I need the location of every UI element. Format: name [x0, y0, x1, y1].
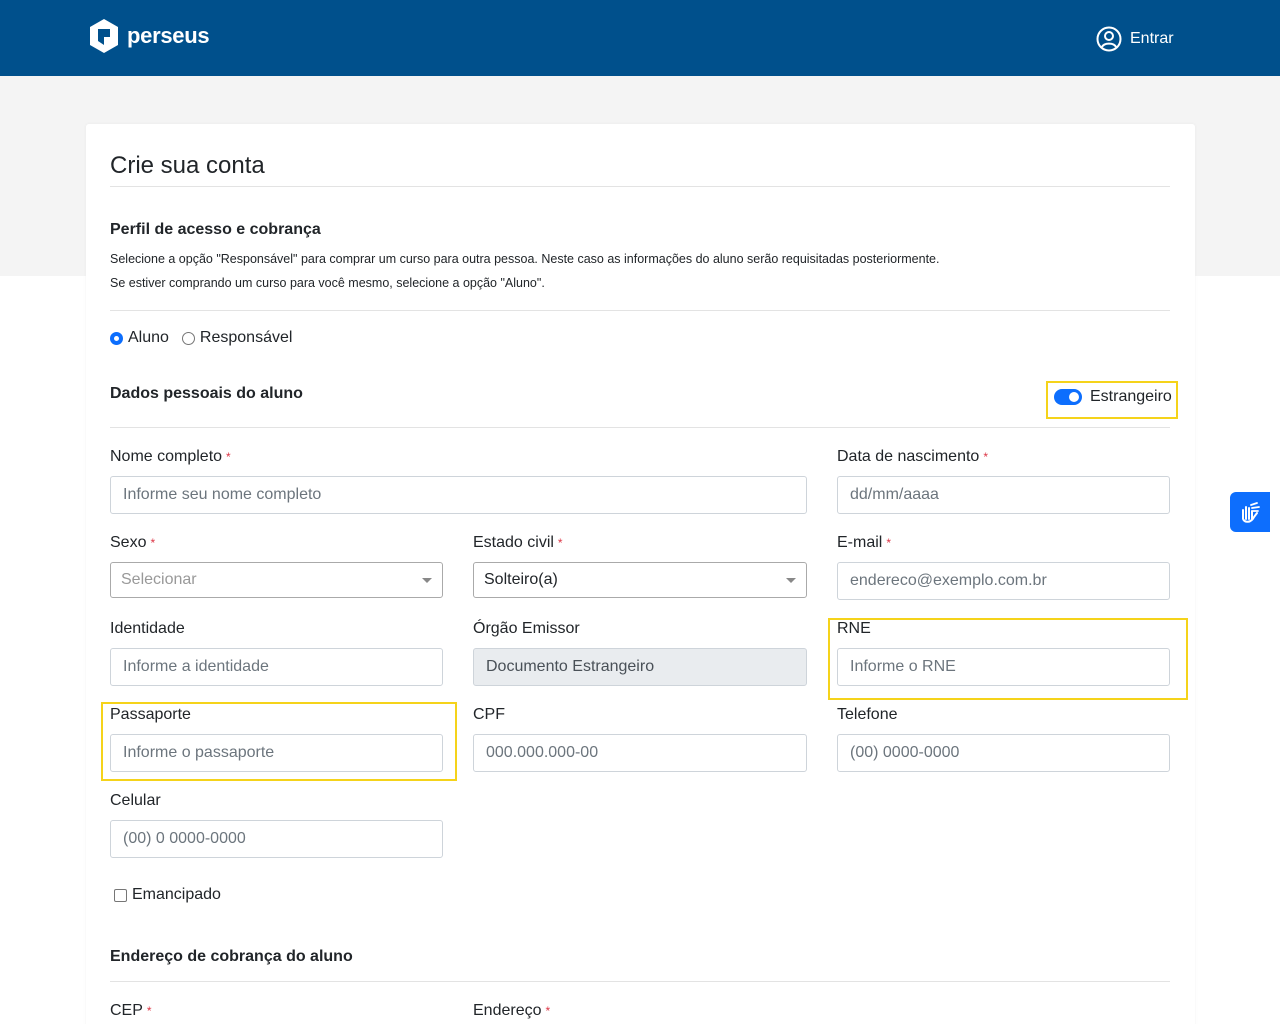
top-navbar: perseus Entrar [0, 0, 1280, 76]
signup-card: Crie sua conta Perfil de acesso e cobran… [86, 124, 1195, 1024]
divider [110, 981, 1170, 982]
identity-input[interactable] [110, 648, 443, 686]
profile-section-title: Perfil de acesso e cobrança [110, 221, 321, 238]
passport-input[interactable] [110, 734, 443, 772]
chevron-down-icon [786, 578, 796, 583]
chevron-down-icon [422, 578, 432, 583]
marital-status-select-value: Solteiro(a) [484, 571, 558, 588]
cpf-label: CPF [473, 706, 505, 723]
foreigner-toggle[interactable] [1054, 389, 1082, 405]
issuer-label: Órgão Emissor [473, 620, 580, 637]
radio-aluno-label[interactable]: Aluno [128, 329, 169, 347]
issuer-input [473, 648, 807, 686]
full-name-input[interactable] [110, 476, 807, 514]
passport-label: Passaporte [110, 706, 191, 723]
emancipated-label[interactable]: Emancipado [132, 886, 221, 904]
phone-input[interactable] [837, 734, 1170, 772]
marital-status-label: Estado civil * [473, 534, 563, 551]
address-label: Endereço * [473, 1002, 551, 1019]
profile-help-text-1: Selecione a opção "Responsável" para com… [110, 252, 940, 266]
email-label: E-mail * [837, 534, 892, 551]
sex-select-value: Selecionar [121, 571, 197, 588]
personal-section-title: Dados pessoais do aluno [110, 385, 303, 402]
foreigner-toggle-group: Estrangeiro [1054, 388, 1172, 406]
birth-date-label: Data de nascimento * [837, 448, 988, 465]
perseus-logo-icon [90, 19, 118, 53]
divider [110, 427, 1170, 428]
divider [110, 186, 1170, 187]
login-button[interactable]: Entrar [1096, 26, 1174, 52]
full-name-label: Nome completo * [110, 448, 231, 465]
sex-select[interactable]: Selecionar [110, 562, 443, 598]
perseus-logo[interactable]: perseus [88, 18, 210, 54]
mobile-input[interactable] [110, 820, 443, 858]
sign-language-hands-icon [1242, 502, 1260, 523]
sex-label: Sexo * [110, 534, 156, 551]
phone-label: Telefone [837, 706, 898, 723]
radio-aluno[interactable] [110, 331, 123, 345]
mobile-label: Celular [110, 792, 161, 809]
login-label: Entrar [1130, 30, 1174, 47]
emancipated-group: Emancipado [114, 886, 221, 904]
rne-input[interactable] [837, 648, 1170, 686]
brand-name: perseus [127, 23, 210, 48]
divider [110, 310, 1170, 311]
billing-section-title: Endereço de cobrança do aluno [110, 948, 353, 965]
cpf-input[interactable] [473, 734, 807, 772]
email-input[interactable] [837, 562, 1170, 600]
profile-radio-group: Aluno Responsável [110, 329, 305, 347]
radio-responsavel[interactable] [181, 331, 195, 345]
foreigner-toggle-label[interactable]: Estrangeiro [1090, 388, 1172, 406]
rne-label: RNE [837, 620, 871, 637]
radio-responsavel-label[interactable]: Responsável [200, 329, 293, 347]
user-circle-icon [1096, 26, 1122, 52]
identity-label: Identidade [110, 620, 185, 637]
birth-date-input[interactable] [837, 476, 1170, 514]
profile-help-text-2: Se estiver comprando um curso para você … [110, 276, 545, 290]
cep-label: CEP * [110, 1002, 152, 1019]
emancipated-checkbox[interactable] [114, 888, 127, 902]
sign-language-button[interactable] [1230, 492, 1270, 532]
page-title: Crie sua conta [110, 152, 265, 179]
marital-status-select[interactable]: Solteiro(a) [473, 562, 807, 598]
